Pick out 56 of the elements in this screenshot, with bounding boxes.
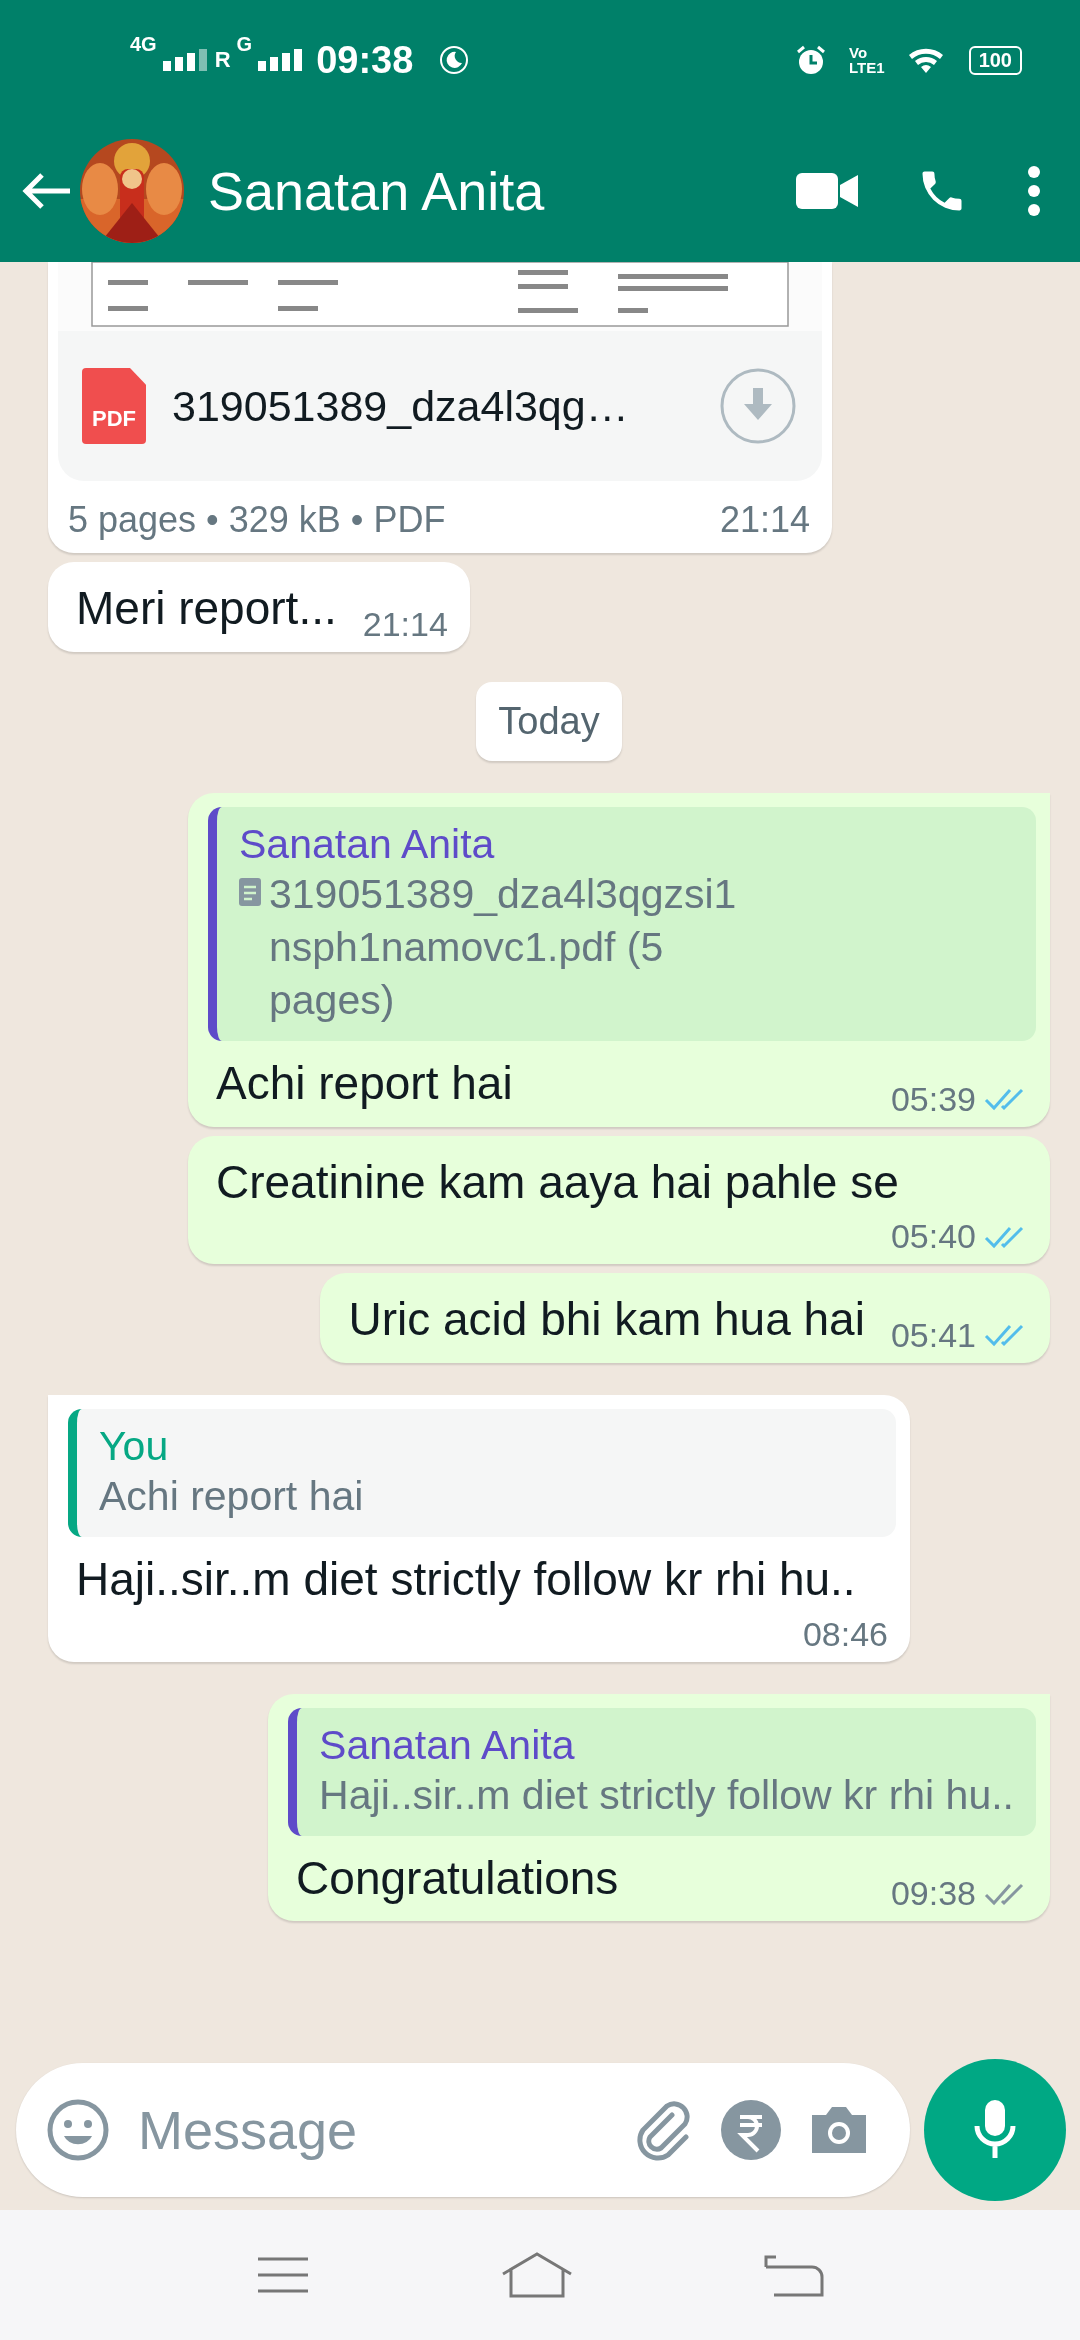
quoted-author: Sanatan Anita [319, 1721, 576, 1769]
message-time: 08:46 [802, 1614, 888, 1654]
message-time: 09:38 [890, 1874, 976, 1914]
message-text: Congratulations [296, 1851, 619, 1906]
file-name[interactable]: 319051389_dza4l3qg… [172, 381, 694, 431]
back-button[interactable] [20, 171, 72, 211]
message-time: 05:41 [890, 1315, 976, 1355]
video-call-button[interactable] [796, 171, 858, 211]
quoted-message[interactable]: You Achi report hai [68, 1408, 896, 1538]
message-time: 05:39 [890, 1079, 976, 1119]
emoji-button[interactable] [46, 2098, 110, 2162]
back-arrow-icon [20, 171, 72, 211]
volte-label: Vo [849, 45, 869, 60]
message-time: 21:14 [362, 604, 448, 644]
lte-label: LTE1 [849, 60, 885, 75]
message-bubble[interactable]: Creatinine kam aaya hai pahle se 05:40 [188, 1135, 1050, 1265]
more-options-button[interactable] [1026, 165, 1042, 217]
message-text: Meri report... [76, 581, 337, 636]
quoted-text: Achi report hai [99, 1471, 364, 1521]
moon-icon [439, 45, 470, 75]
quoted-message[interactable]: Sanatan Anita Haji..sir..m diet strictly follow kr rhi hu.. [288, 1707, 1036, 1836]
back-button[interactable] [764, 2253, 825, 2297]
menu-button[interactable] [255, 2255, 310, 2295]
quoted-message[interactable]: Sanatan Anita 319051389_dza4l3qgzsi1nsph1namovc1.pdf (5 pages) [208, 806, 1036, 1042]
message-field[interactable]: Message [136, 2098, 606, 2162]
message-bubble[interactable]: Sanatan Anita Haji..sir..m diet strictly follow kr rhi hu.. Congratulations 09:38 [268, 1693, 1050, 1922]
clock-time: 09:38 [316, 38, 414, 82]
alarm-icon [795, 44, 828, 76]
quoted-text: Haji..sir..m diet strictly follow kr rhi hu.. [319, 1770, 1014, 1820]
message-bubble[interactable]: Uric acid bhi kam hua hai 05:41 [320, 1273, 1050, 1363]
roaming-indicator: R [214, 47, 231, 73]
home-button[interactable] [501, 2252, 573, 2298]
message-text: Haji..sir..m diet strictly follow kr rhi hu.. [76, 1552, 856, 1608]
document-icon [239, 877, 263, 908]
message-text: Uric acid bhi kam hua hai [348, 1292, 865, 1348]
quoted-text: 319051389_dza4l3qgzsi1nsph1namovc1.pdf (5 pages) [269, 869, 738, 1026]
pdf-icon: PDF [82, 368, 146, 444]
date-chip: Today [476, 681, 622, 761]
battery-icon: 100 [968, 45, 1022, 75]
message-time: 05:40 [890, 1217, 976, 1257]
message-bubble[interactable]: You Achi report hai Haji..sir..m diet strictly follow kr rhi hu.. 08:46 [48, 1394, 910, 1662]
payment-button[interactable] [720, 2099, 782, 2161]
message-input-bar[interactable]: Message [16, 2063, 910, 2197]
message-bubble[interactable]: Meri report... 21:14 [48, 562, 470, 652]
quoted-author: Sanatan Anita [239, 820, 496, 868]
message-text: Creatinine kam aaya hai pahle se [216, 1154, 899, 1210]
signal-icon [162, 49, 209, 71]
quoted-author: You [99, 1422, 170, 1470]
network-type: 4G [130, 32, 157, 56]
file-details: 5 pages • 329 kB • PDF [68, 499, 446, 541]
message-bubble[interactable]: Sanatan Anita 319051389_dza4l3qgzsi1nsph1namovc1.pdf (5 pages) Achi report hai 05:39 [188, 792, 1050, 1127]
signal-icon [258, 49, 305, 71]
message-time: 21:14 [719, 499, 810, 541]
message-bubble[interactable]: PDF 319051389_dza4l3qg… 5 pages • 329 kB • PDF 21:14 [48, 262, 832, 553]
message-text: Achi report hai [216, 1056, 513, 1112]
network-type: G [236, 32, 253, 56]
